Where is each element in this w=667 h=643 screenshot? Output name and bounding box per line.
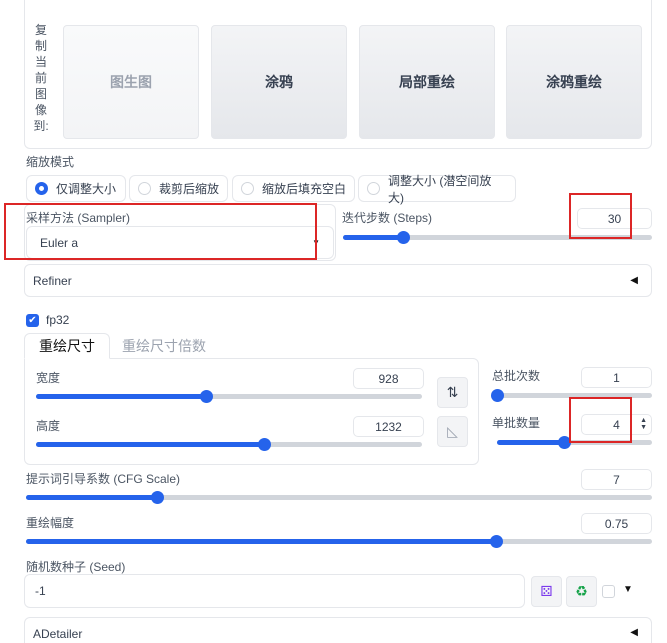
slider-fill [343,235,404,240]
radio-selected-icon [35,182,48,195]
radio-label: 缩放后填充空白 [262,182,347,196]
height-input[interactable]: 1232 [353,416,424,437]
height-label: 高度 [36,419,61,433]
batch-count-label: 总批次数 [492,369,541,383]
copy-label-char: 当 [34,55,47,69]
spinner-icon[interactable]: ▲ ▼ [640,417,647,431]
copy-label-char: 前 [34,71,47,85]
extra-seed-checkbox[interactable] [602,585,615,598]
batch-size-label: 单批数量 [492,416,541,430]
copy-to-label: 复制当前图像到: [33,22,49,134]
collapse-arrow-icon: ◀ [630,275,638,286]
radio-label: 调整大小 (潜空间放大) [388,173,492,205]
denoise-slider[interactable] [26,535,652,548]
slider-fill [497,440,564,445]
radio-empty-icon [138,182,151,195]
highlight-box-batch-size [569,397,632,443]
checkbox-checked-icon[interactable]: ✔ [26,313,39,327]
highlight-box-steps [569,193,632,239]
steps-label: 迭代步数 (Steps) [342,211,433,225]
resize-option-just-resize[interactable]: 仅调整大小 [26,175,126,202]
refiner-label: Refiner [33,273,72,288]
adetailer-accordion[interactable]: ADetailer ◀ [24,617,652,643]
radio-label: 裁剪后缩放 [159,182,220,196]
width-slider[interactable] [36,390,422,403]
cfg-label: 提示词引导系数 (CFG Scale) [26,472,181,486]
recycle-icon[interactable]: ♻ [566,576,597,607]
slider-fill [36,394,206,399]
height-slider[interactable] [36,438,422,451]
radio-empty-icon [367,182,380,195]
highlight-box-sampler [4,203,317,260]
resize-option-crop-resize[interactable]: 裁剪后缩放 [129,175,228,202]
copy-label-char: 复 [34,23,47,37]
triangle-ruler-icon[interactable]: ◺ [437,416,468,447]
collapse-arrow-icon: ◀ [630,627,638,638]
radio-empty-icon [241,182,254,195]
width-label: 宽度 [36,371,61,385]
tab-resize-to[interactable]: 重绘尺寸 [24,333,110,359]
slider-thumb[interactable] [151,491,165,504]
slider-thumb[interactable] [491,389,504,402]
slider-thumb[interactable] [397,231,411,244]
refiner-accordion[interactable]: Refiner ◀ [24,264,652,297]
cfg-slider[interactable] [26,491,652,504]
caret-down-icon[interactable]: ▼ [623,584,633,595]
copy-label-char: 制 [34,39,47,53]
swap-vertical-icon[interactable]: ⇅ [437,377,468,408]
send-to-img2img-button[interactable]: 图生图 [63,25,199,139]
fp32-label: fp32 [46,313,70,327]
denoise-label: 重绘幅度 [26,516,75,530]
slider-fill [26,495,158,500]
copy-label-char: 到: [33,119,49,133]
slider-thumb[interactable] [257,438,271,451]
resize-mode-label: 缩放模式 [26,155,75,169]
slider-thumb[interactable] [199,390,213,403]
slider-thumb[interactable] [489,535,503,548]
cfg-input[interactable]: 7 [581,469,652,490]
batch-count-input[interactable]: 1 [581,367,652,388]
tab-resize-by[interactable]: 重绘尺寸倍数 [108,333,220,359]
radio-label: 仅调整大小 [56,182,117,196]
seed-label: 随机数种子 (Seed) [26,560,126,574]
send-to-inpaint-sketch-button[interactable]: 涂鸦重绘 [506,25,642,139]
denoise-input[interactable]: 0.75 [581,513,652,534]
copy-label-char: 图 [34,87,47,101]
adetailer-label: ADetailer [33,627,83,641]
dice-icon[interactable]: ⚄ [531,576,562,607]
fp32-checkbox-row[interactable]: ✔ fp32 [26,313,69,327]
seed-input[interactable]: -1 [24,574,525,608]
resize-option-latent-upscale[interactable]: 调整大小 (潜空间放大) [358,174,516,205]
copy-label-char: 像 [34,103,47,117]
slider-fill [26,539,496,544]
width-input[interactable]: 928 [353,368,424,389]
resize-option-resize-fill[interactable]: 缩放后填充空白 [232,175,355,202]
send-to-inpaint-button[interactable]: 局部重绘 [359,25,495,139]
send-to-sketch-button[interactable]: 涂鸦 [211,25,347,139]
slider-fill [36,442,264,447]
